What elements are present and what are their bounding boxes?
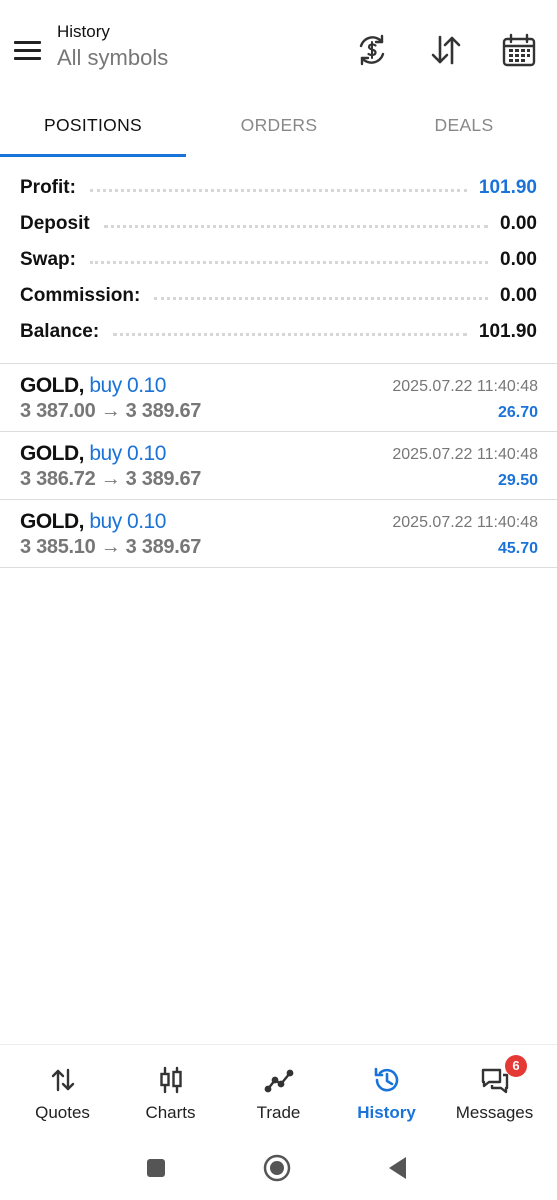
summary-row-swap: Swap: 0.00: [0, 242, 557, 278]
nav-label: Quotes: [35, 1103, 90, 1122]
dotted-leader: [154, 296, 489, 300]
deposit-label: Deposit: [20, 213, 90, 234]
deal-time: 2025.07.22 11:40:48: [392, 446, 538, 463]
nav-label: Trade: [256, 1103, 301, 1122]
deal-symbol: GOLD, buy 0.10: [20, 510, 166, 533]
deal-profit: 29.50: [497, 472, 538, 489]
title-block[interactable]: History All symbols: [57, 22, 168, 71]
quotes-icon: [48, 1065, 78, 1095]
deal-side: buy 0.10: [89, 510, 166, 533]
page-title: History: [57, 22, 110, 41]
candlestick-icon: [156, 1065, 186, 1095]
deal-profit: 26.70: [497, 404, 538, 421]
tab-deals[interactable]: DEALS: [371, 96, 557, 158]
balance-value: 101.90: [478, 321, 537, 342]
swap-value: 0.00: [500, 249, 537, 270]
nav-label: Messages: [455, 1103, 534, 1122]
summary-panel: Profit: 101.90 Deposit 0.00 Swap: 0.00 C…: [0, 170, 557, 350]
nav-quotes[interactable]: Quotes: [7, 1045, 118, 1137]
dotted-leader: [113, 332, 467, 336]
deal-side: buy 0.10: [89, 374, 166, 397]
nav-label: History: [357, 1103, 416, 1122]
system-navigation-bar: [0, 1136, 557, 1200]
menu-icon[interactable]: [14, 38, 42, 62]
balance-label: Balance:: [20, 321, 100, 342]
commission-value: 0.00: [500, 285, 537, 306]
profit-value: 101.90: [478, 177, 537, 198]
swap-label: Swap:: [20, 249, 76, 270]
summary-row-commission: Commission: 0.00: [0, 278, 557, 314]
symbol-filter[interactable]: All symbols: [57, 45, 168, 71]
calendar-icon[interactable]: [501, 32, 537, 68]
deal-prices: 3 385.10 → 3 389.67: [20, 536, 202, 558]
deal-prices: 3 386.72 → 3 389.67: [20, 468, 202, 490]
list-item[interactable]: GOLD, buy 0.10 3 386.72 → 3 389.67 2025.…: [0, 432, 557, 500]
summary-row-deposit: Deposit 0.00: [0, 206, 557, 242]
list-item[interactable]: GOLD, buy 0.10 3 387.00 → 3 389.67 2025.…: [0, 364, 557, 432]
deal-prices: 3 387.00 → 3 389.67: [20, 400, 202, 422]
nav-charts[interactable]: Charts: [115, 1045, 226, 1137]
dotted-leader: [89, 188, 467, 192]
nav-label: Charts: [145, 1103, 196, 1122]
dotted-leader: [103, 224, 489, 228]
deal-symbol: GOLD, buy 0.10: [20, 442, 166, 465]
deal-side: buy 0.10: [89, 442, 166, 465]
list-item[interactable]: GOLD, buy 0.10 3 385.10 → 3 389.67 2025.…: [0, 500, 557, 568]
deal-profit: 45.70: [497, 540, 538, 557]
trade-line-icon: [264, 1065, 294, 1095]
nav-trade[interactable]: Trade: [223, 1045, 334, 1137]
app-header: History All symbols: [0, 0, 557, 96]
currency-exchange-icon[interactable]: [354, 32, 390, 68]
nav-history[interactable]: History: [331, 1045, 442, 1137]
history-icon: [372, 1065, 402, 1095]
summary-row-profit: Profit: 101.90: [0, 170, 557, 206]
deposit-value: 0.00: [500, 213, 537, 234]
dotted-leader: [89, 260, 489, 264]
nav-messages[interactable]: 6 Messages: [439, 1045, 550, 1137]
recents-icon[interactable]: [142, 1154, 170, 1182]
bottom-navigation: Quotes Charts Trade History 6 Messages: [0, 1044, 557, 1136]
commission-label: Commission:: [20, 285, 141, 306]
active-tab-indicator: [0, 154, 186, 157]
profit-label: Profit:: [20, 177, 76, 198]
sort-icon[interactable]: [428, 32, 464, 68]
tab-positions[interactable]: POSITIONS: [0, 96, 186, 158]
deal-time: 2025.07.22 11:40:48: [392, 378, 538, 395]
history-tabs: POSITIONS ORDERS DEALS: [0, 96, 557, 158]
back-icon[interactable]: [384, 1154, 412, 1182]
deal-symbol: GOLD, buy 0.10: [20, 374, 166, 397]
deal-time: 2025.07.22 11:40:48: [392, 514, 538, 531]
divider: [0, 567, 557, 568]
tab-orders[interactable]: ORDERS: [186, 96, 372, 158]
summary-row-balance: Balance: 101.90: [0, 314, 557, 350]
unread-badge: 6: [505, 1055, 527, 1077]
home-icon[interactable]: [263, 1154, 291, 1182]
